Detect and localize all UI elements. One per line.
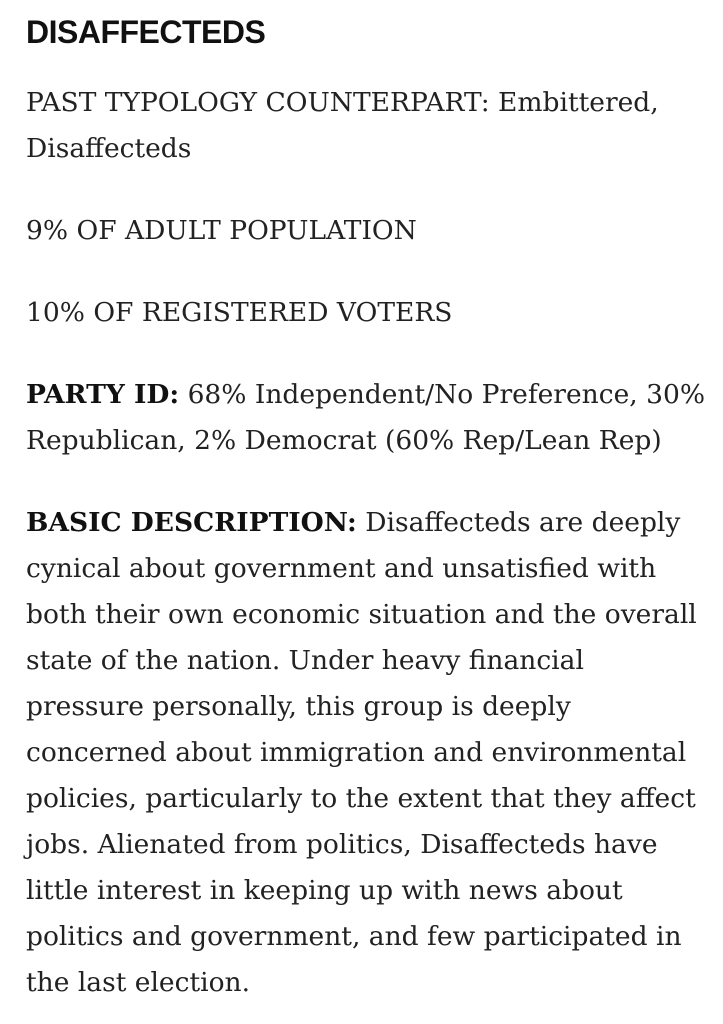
description-line: the last election. (26, 967, 251, 998)
description-line-1: BASIC DESCRIPTION: Disaffecteds are deep… (26, 500, 723, 546)
counterpart-paragraph: PAST TYPOLOGY COUNTERPART: Embittered, D… (26, 80, 723, 172)
page-title: DISAFFECTEDS (26, 14, 266, 50)
description-line: state of the nation. Under heavy financi… (26, 645, 584, 676)
counterpart-line-2: Disaffecteds (26, 133, 192, 164)
party-id-label: PARTY ID: (26, 379, 180, 410)
party-id-line-2: Republican, 2% Democrat (60% Rep/Lean Re… (26, 425, 662, 456)
description-line: politics and government, and few partici… (26, 921, 682, 952)
adult-population-stat: 9% OF ADULT POPULATION (26, 215, 417, 246)
registered-voters-stat: 10% OF REGISTERED VOTERS (26, 297, 453, 328)
description-line: concerned about immigration and environm… (26, 737, 687, 768)
party-id-line-1-text: 68% Independent/No Preference, 30% (179, 379, 705, 410)
description-line: policies, particularly to the extent tha… (26, 783, 696, 814)
party-id-paragraph: PARTY ID: 68% Independent/No Preference,… (26, 372, 723, 464)
party-id-line-1: PARTY ID: 68% Independent/No Preference,… (26, 372, 723, 418)
description-line: jobs. Alienated from politics, Disaffect… (26, 829, 658, 860)
description-line: cynical about government and unsatisfied… (26, 553, 657, 584)
basic-description-paragraph: BASIC DESCRIPTION: Disaffecteds are deep… (26, 500, 723, 1006)
description-line: both their own economic situation and th… (26, 599, 697, 630)
basic-description-label: BASIC DESCRIPTION: (26, 507, 357, 538)
description-line: pressure personally, this group is deepl… (26, 691, 571, 722)
description-line-1-text: Disaffecteds are deeply (356, 507, 681, 538)
article-body: DISAFFECTEDS PAST TYPOLOGY COUNTERPART: … (26, 0, 723, 1006)
description-line: little interest in keeping up with news … (26, 875, 623, 906)
counterpart-line-1: PAST TYPOLOGY COUNTERPART: Embittered, (26, 87, 659, 118)
